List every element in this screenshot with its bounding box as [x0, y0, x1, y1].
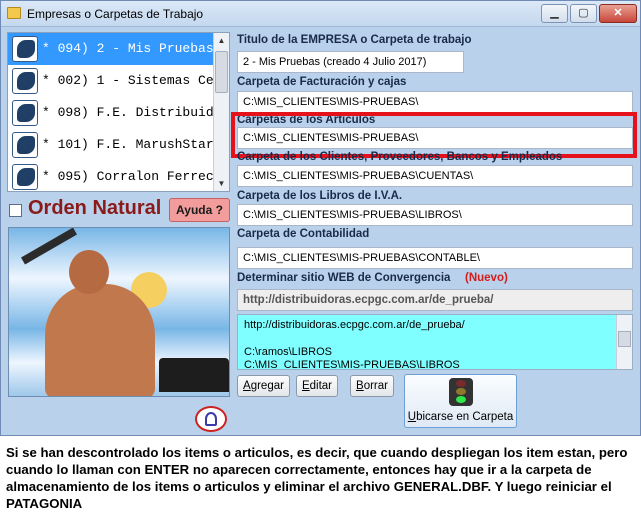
editar-button[interactable]: Editar: [296, 375, 338, 397]
list-item-label: * 098) F.E. Distribuidor: [42, 105, 230, 120]
minimize-button[interactable]: ▁: [541, 4, 568, 23]
web-input: http://distribuidoras.ecpgc.com.ar/de_pr…: [237, 289, 633, 311]
ubicarse-label: Ubicarse en Carpeta: [405, 411, 516, 423]
yellow-light: [456, 388, 466, 395]
iva-label: Carpeta de los Libros de I.V.A.: [237, 190, 403, 202]
scroll-thumb[interactable]: [215, 51, 228, 93]
list-item[interactable]: * 094) 2 - Mis Pruebas (c: [8, 33, 229, 65]
ubicarse-label-rest: bicarse en Carpeta: [416, 411, 514, 423]
traffic-light-icon: [449, 378, 473, 406]
orden-natural-label[interactable]: Orden Natural: [28, 197, 161, 220]
nib-icon: [12, 100, 38, 126]
editar-mnemonic: E: [301, 380, 310, 392]
green-light: [456, 396, 466, 403]
folder-icon: [7, 7, 21, 19]
nib-icon: [12, 68, 38, 94]
ayuda-button[interactable]: Ayuda ?: [169, 198, 230, 222]
worker-head-shape: [69, 250, 109, 294]
nuevo-badge: (Nuevo): [465, 272, 508, 284]
patagonia-logo-icon: [195, 406, 227, 432]
nib-icon: [12, 164, 38, 190]
list-item-label: * 095) Corralon Ferrecity: [42, 169, 230, 184]
forge-worker-picture: [8, 227, 230, 397]
agregar-button[interactable]: Agregar: [237, 375, 290, 397]
web-details-textarea[interactable]: http://distribuidoras.ecpgc.com.ar/de_pr…: [237, 314, 633, 370]
worker-body-shape: [45, 284, 155, 396]
agregar-label: gregar: [250, 380, 284, 392]
scroll-up-arrow-icon[interactable]: ▲: [214, 33, 229, 48]
nib-icon: [12, 36, 38, 62]
title-bar[interactable]: Empresas o Carpetas de Trabajo ▁ ▢ ✕: [1, 1, 640, 27]
list-item[interactable]: * 101) F.E. MarushStar (: [8, 129, 229, 161]
titulo-input[interactable]: 2 - Mis Pruebas (creado 4 Julio 2017): [237, 51, 464, 73]
maximize-button[interactable]: ▢: [570, 4, 597, 23]
help-note: Si se han descontrolado los items o arti…: [6, 445, 628, 511]
clientes-input[interactable]: C:\MIS_CLIENTES\MIS-PRUEBAS\CUENTAS\: [237, 165, 633, 187]
scroll-down-arrow-icon[interactable]: ▼: [214, 176, 229, 191]
close-button[interactable]: ✕: [599, 4, 637, 23]
window-title: Empresas o Carpetas de Trabajo: [27, 7, 204, 21]
nib-icon: [12, 132, 38, 158]
textarea-scrollbar[interactable]: [616, 315, 632, 369]
anvil-icon: [159, 358, 229, 392]
textarea-line: C:\MIS_CLIENTES\MIS-PRUEBAS\LIBROS: [244, 359, 460, 370]
list-item-label: * 094) 2 - Mis Pruebas (c: [42, 41, 230, 56]
facturacion-input[interactable]: C:\MIS_CLIENTES\MIS-PRUEBAS\: [237, 91, 633, 113]
borrar-button[interactable]: Borrar: [350, 375, 394, 397]
textarea-line: http://distribuidoras.ecpgc.com.ar/de_pr…: [244, 319, 465, 331]
ubicarse-en-carpeta-button[interactable]: Ubicarse en Carpeta: [404, 374, 517, 428]
web-label: Determinar sitio WEB de Convergencia: [237, 272, 451, 284]
list-item-label: * 002) 1 - Sistemas Ceibo: [42, 73, 230, 88]
contabilidad-input[interactable]: C:\MIS_CLIENTES\MIS-PRUEBAS\CONTABLE\: [237, 247, 633, 269]
list-item[interactable]: * 095) Corralon Ferrecity: [8, 161, 229, 191]
borrar-label: orrar: [363, 380, 388, 392]
contabilidad-label: Carpeta de Contabilidad: [237, 228, 370, 240]
empresas-list[interactable]: * 094) 2 - Mis Pruebas (c * 002) 1 - Sis…: [7, 32, 230, 192]
list-item-label: * 101) F.E. MarushStar (: [42, 137, 230, 152]
ubicarse-mnemonic: U: [407, 411, 417, 423]
textarea-scroll-thumb[interactable]: [618, 331, 631, 347]
titulo-label: Titulo de la EMPRESA o Carpeta de trabaj…: [237, 34, 472, 46]
editar-label: ditar: [309, 380, 333, 392]
clientes-label: Carpeta de los Clientes, Proveedores, Ba…: [237, 151, 563, 163]
hammer-icon: [21, 228, 77, 265]
facturacion-label: Carpeta de Facturación y cajas: [237, 76, 407, 88]
logo-mark: [205, 412, 217, 426]
iva-input[interactable]: C:\MIS_CLIENTES\MIS-PRUEBAS\LIBROS\: [237, 204, 633, 226]
red-light: [456, 380, 466, 387]
agregar-mnemonic: A: [243, 380, 251, 392]
borrar-mnemonic: B: [356, 380, 364, 392]
list-scrollbar[interactable]: ▲ ▼: [213, 33, 229, 191]
list-item[interactable]: * 002) 1 - Sistemas Ceibo: [8, 65, 229, 97]
orden-natural-checkbox[interactable]: [9, 204, 22, 217]
list-item[interactable]: * 098) F.E. Distribuidor: [8, 97, 229, 129]
textarea-line: C:\ramos\LIBROS: [244, 346, 333, 358]
main-window: Empresas o Carpetas de Trabajo ▁ ▢ ✕ * 0…: [0, 0, 641, 436]
